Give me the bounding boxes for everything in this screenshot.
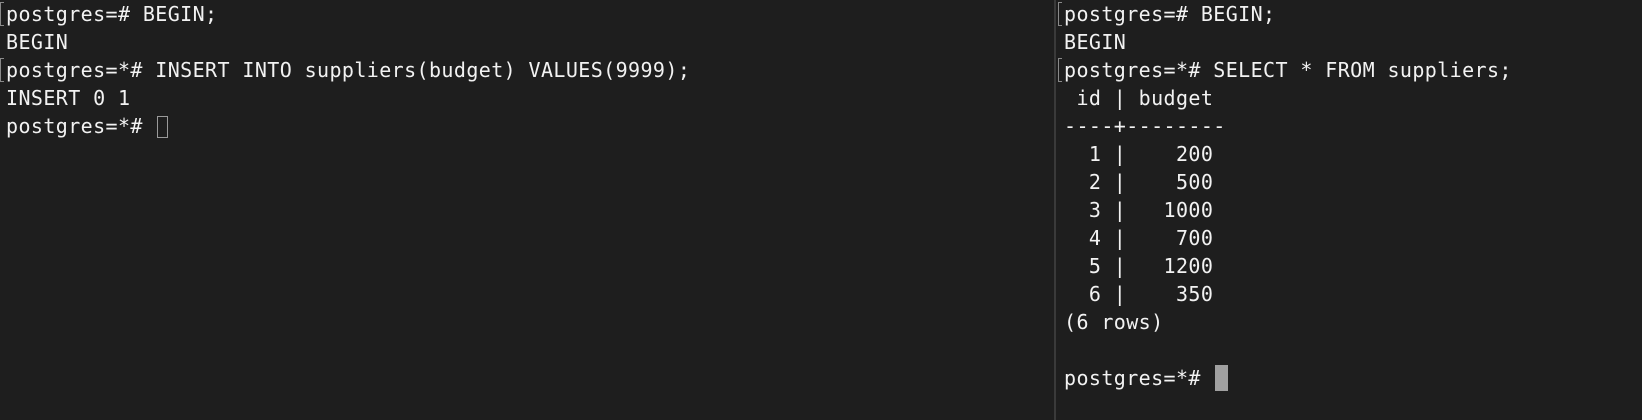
terminal-prompt-line[interactable]: postgres=*#	[6, 112, 690, 140]
mark-icon	[0, 2, 4, 26]
terminal-line: postgres=# BEGIN;	[1058, 0, 1512, 28]
table-row: 4 | 700	[1064, 226, 1214, 250]
table-row: 2 | 500	[1064, 170, 1214, 194]
table-row: 5 | 1200	[1064, 254, 1214, 278]
terminal-line: BEGIN	[6, 30, 69, 54]
table-row: 3 | 1000	[1064, 198, 1214, 222]
cursor-icon	[157, 116, 169, 138]
mark-icon	[1058, 2, 1062, 26]
table-separator: ----+--------	[1064, 114, 1226, 138]
mark-icon	[1058, 58, 1062, 82]
table-row: 6 | 350	[1064, 282, 1214, 306]
right-terminal-output: postgres=# BEGIN; BEGIN postgres=*# SELE…	[1058, 0, 1512, 392]
terminal-line: postgres=# BEGIN;	[0, 0, 690, 28]
terminal-prompt: postgres=*#	[1064, 366, 1214, 390]
terminal-line: postgres=*# SELECT * FROM suppliers;	[1058, 56, 1512, 84]
terminal-prompt-line[interactable]: postgres=*#	[1064, 364, 1512, 392]
cursor-icon	[1215, 365, 1229, 391]
mark-icon	[0, 58, 4, 82]
table-header: id | budget	[1064, 86, 1214, 110]
right-terminal-pane[interactable]: postgres=# BEGIN; BEGIN postgres=*# SELE…	[1056, 0, 1642, 420]
terminal-prompt: postgres=*#	[6, 114, 156, 138]
table-row: 1 | 200	[1064, 142, 1214, 166]
terminal-line: INSERT 0 1	[6, 86, 131, 110]
left-terminal-pane[interactable]: postgres=# BEGIN; BEGIN postgres=*# INSE…	[0, 0, 1054, 420]
terminal-line: postgres=*# INSERT INTO suppliers(budget…	[0, 56, 690, 84]
left-terminal-output: postgres=# BEGIN; BEGIN postgres=*# INSE…	[0, 0, 690, 140]
terminal-line: BEGIN	[1064, 30, 1127, 54]
table-footer: (6 rows)	[1064, 310, 1164, 334]
